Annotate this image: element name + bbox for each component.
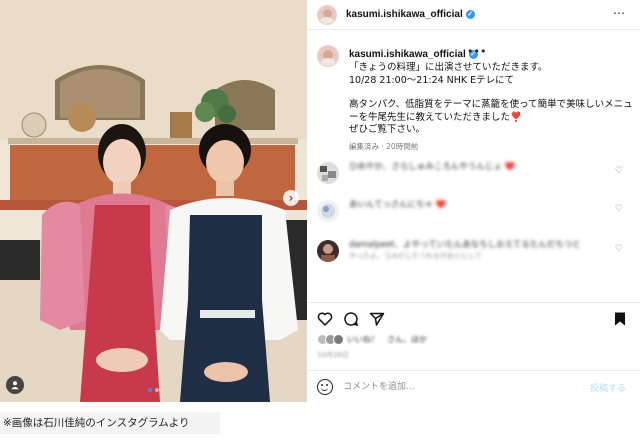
heart-outline-icon[interactable]: ♡ [615, 166, 623, 176]
carousel-dot-active [148, 388, 152, 392]
comment-item: ひめやか、さらしゅみころんやうんじょ ❤️ ♡ [317, 160, 627, 186]
chevron-right-icon: › [288, 191, 294, 205]
post-comment-button[interactable]: 投稿する [590, 381, 626, 394]
header-username[interactable]: kasumi.ishikawa_official ✓ [346, 9, 475, 20]
carousel-indicator [0, 388, 307, 392]
caption-avatar[interactable] [317, 45, 339, 67]
comment-item: damalpeet、よやっていたんあなちしおえてるたんだちつと やったよ、うみだ… [317, 238, 627, 278]
comment-meta [349, 211, 356, 222]
comment-meta: やったよ、うみだしたつもるやおとにして [349, 252, 482, 260]
comment-meta [349, 173, 356, 184]
heart-outline-icon[interactable]: ♡ [615, 244, 623, 254]
edited-timestamp: 編集済み · 20時間前 [349, 141, 419, 151]
emoji-smile-icon[interactable] [317, 379, 333, 395]
caption-line: ーを牛尾先生に教えていただきました❣️ [349, 111, 522, 123]
comment-text: ひめやか、さらしゅみころんやうんじょ ❤️ [349, 162, 516, 172]
caption-more-icon[interactable]: ••• [467, 45, 486, 58]
caption-line: ぜひご覧下さい。 [349, 124, 426, 135]
carousel-next-button[interactable]: › [283, 190, 299, 206]
commenter-avatar[interactable] [317, 162, 339, 184]
comment-item: あいんてっさんにちゃ ❤️ ♡ [317, 198, 627, 224]
likes-summary[interactable]: いいね！ さん、ほか 10月26日 [317, 334, 617, 359]
caption-line: 「きょうの料理」に出演させていただきます。 [349, 62, 548, 73]
comment-text: あいんてっさんにちゃ ❤️ [349, 200, 447, 210]
caption-username[interactable]: kasumi.ishikawa_official ✓ [349, 49, 478, 60]
comment-composer: 投稿する [307, 370, 640, 402]
paper-plane-icon[interactable] [369, 311, 385, 327]
caption-username-text[interactable]: kasumi.ishikawa_official [349, 49, 466, 60]
post-header: kasumi.ishikawa_official ✓ ⋯ [307, 0, 640, 30]
header-username-text[interactable]: kasumi.ishikawa_official [346, 9, 463, 20]
more-options-icon[interactable]: ⋯ [613, 6, 626, 20]
image-credit-caption: ※画像は石川佳純のインスタグラムより [0, 412, 220, 434]
comment-input[interactable] [343, 379, 573, 395]
liker-avatar [333, 334, 344, 345]
post-side-panel: kasumi.ishikawa_official ✓ ⋯ kasumi.ishik… [307, 0, 640, 402]
heart-outline-icon[interactable]: ♡ [615, 204, 623, 214]
caption-text: 「きょうの料理」に出演させていただきます。 10/28 21:00〜21:24 … [349, 62, 633, 153]
photo-illustration [0, 0, 307, 402]
post-photo[interactable]: › [0, 0, 307, 402]
comment-text: damalpeet、よやっていたんあなちしおえてるたんだちつと [349, 240, 581, 250]
avatar[interactable] [317, 5, 337, 25]
caption-line: 高タンパク、低脂質をテーマに蒸籠を使って簡単で美味しいメニュ [349, 99, 633, 110]
commenter-avatar[interactable] [317, 240, 339, 262]
verified-badge-icon: ✓ [465, 9, 475, 19]
likes-text: いいね！ さん、ほか [347, 335, 427, 344]
commenter-avatar[interactable] [317, 200, 339, 222]
heart-outline-icon[interactable] [317, 311, 333, 327]
post-date: 10月26日 [317, 351, 349, 359]
post-action-bar [307, 302, 640, 332]
bookmark-icon[interactable] [612, 311, 628, 327]
caption-line: 10/28 21:00〜21:24 NHK Eテレにて [349, 74, 515, 86]
carousel-dot [155, 388, 159, 392]
comment-bubble-icon[interactable] [343, 311, 359, 327]
